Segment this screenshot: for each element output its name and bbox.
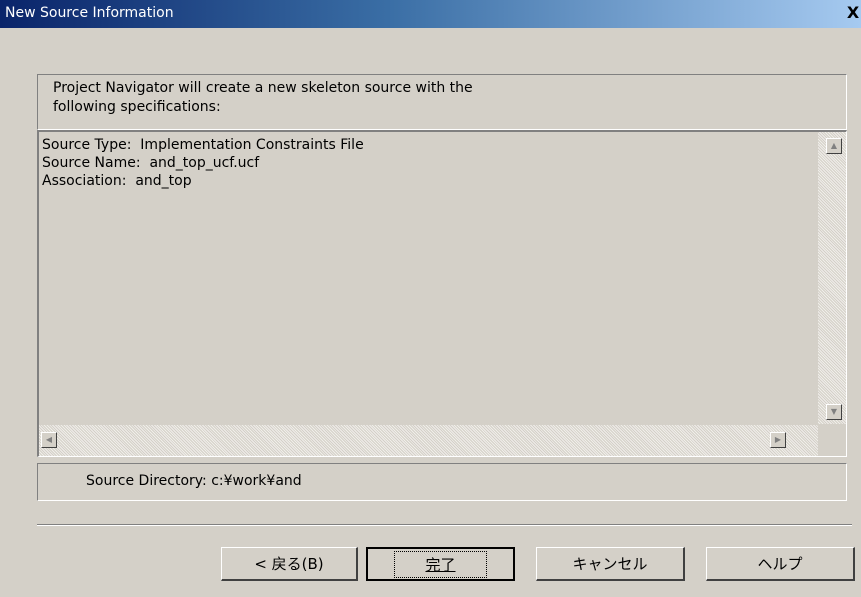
source-directory-label: Source Directory: c:¥work¥and [86, 473, 302, 489]
finish-button-label: 完了 [394, 550, 487, 578]
scroll-right-icon[interactable]: ▶ [770, 432, 786, 448]
title-bar[interactable]: New Source Information X [0, 0, 861, 28]
specifications-text: Source Type: Implementation Constraints … [42, 136, 364, 190]
scroll-down-icon[interactable]: ▼ [826, 404, 842, 420]
source-name-line: Source Name: and_top_ucf.ucf [42, 155, 260, 171]
description-line-1: Project Navigator will create a new skel… [53, 80, 473, 96]
back-button-label: < 戻る(B) [254, 555, 324, 573]
scroll-left-icon[interactable]: ◀ [41, 432, 57, 448]
horizontal-scrollbar[interactable]: ◀ ▶ [39, 425, 818, 456]
help-button[interactable]: ヘルプ [706, 547, 855, 581]
source-directory-panel: Source Directory: c:¥work¥and [37, 463, 847, 501]
description-line-2: following specifications: [53, 99, 221, 115]
finish-button[interactable]: 完了 [366, 547, 515, 581]
association-line: Association: and_top [42, 173, 192, 189]
description-panel: Project Navigator will create a new skel… [37, 74, 847, 130]
back-button[interactable]: < 戻る(B) [221, 547, 358, 581]
cancel-button[interactable]: キャンセル [536, 547, 685, 581]
window-title: New Source Information [5, 5, 174, 21]
button-divider [37, 524, 852, 526]
scroll-up-icon[interactable]: ▲ [826, 138, 842, 154]
close-icon[interactable]: X [845, 2, 861, 24]
help-button-label: ヘルプ [757, 555, 803, 573]
scrollbar-corner [818, 425, 846, 456]
vertical-scrollbar[interactable]: ▲ ▼ [818, 132, 846, 424]
source-type-line: Source Type: Implementation Constraints … [42, 137, 364, 153]
specifications-text-area[interactable]: Source Type: Implementation Constraints … [37, 130, 847, 457]
cancel-button-label: キャンセル [572, 555, 648, 573]
